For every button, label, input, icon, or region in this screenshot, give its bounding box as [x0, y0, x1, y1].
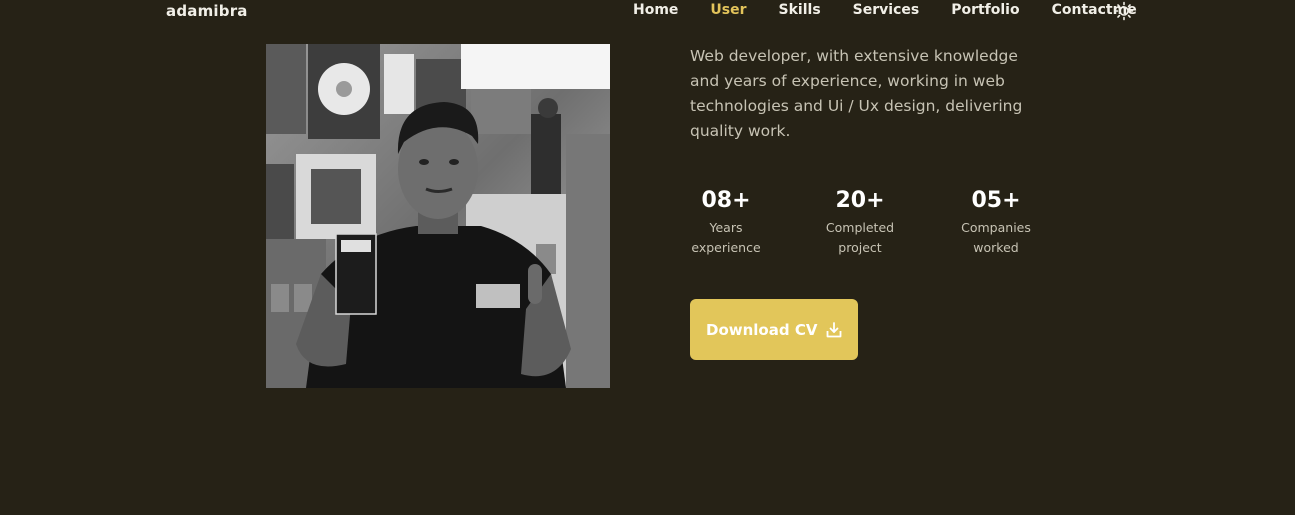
stat-projects: 20+ Completed project [820, 186, 900, 258]
stat-label-line: worked [973, 240, 1019, 255]
stat-companies: 05+ Companies worked [956, 186, 1036, 258]
stat-value: 05+ [971, 188, 1021, 213]
main-nav: Home User Skills Services Portfolio Cont… [633, 2, 1169, 18]
stat-value: 20+ [835, 188, 885, 213]
download-icon [827, 321, 842, 337]
nav-item-user[interactable]: User [710, 2, 746, 18]
nav-item-services[interactable]: Services [853, 2, 920, 18]
stat-label-line: experience [691, 240, 761, 255]
stat-years: 08+ Years experience [686, 186, 766, 258]
profile-photo-illustration [266, 44, 610, 388]
logo[interactable]: adamibra [166, 2, 248, 20]
stat-label-line: Years [709, 220, 743, 235]
download-cv-button[interactable]: Download CV [690, 299, 858, 360]
stat-label: Completed project [820, 218, 900, 258]
stat-label-line: Companies [961, 220, 1031, 235]
stat-label-line: Completed [825, 220, 895, 235]
nav-item-home[interactable]: Home [633, 2, 678, 18]
nav-item-portfolio[interactable]: Portfolio [951, 2, 1019, 18]
theme-toggle-button[interactable] [1114, 1, 1134, 21]
sun-icon [1114, 1, 1134, 21]
nav-item-skills[interactable]: Skills [779, 2, 821, 18]
stat-label-line: project [838, 240, 882, 255]
header: adamibra Home User Skills Services Portf… [0, 0, 1295, 24]
stat-label: Years experience [686, 218, 766, 258]
download-cv-label: Download CV [706, 320, 818, 339]
profile-photo [266, 44, 610, 388]
stat-value: 08+ [701, 188, 751, 213]
stat-label: Companies worked [956, 218, 1036, 258]
bio-text: Web developer, with extensive knowledge … [690, 47, 1023, 140]
